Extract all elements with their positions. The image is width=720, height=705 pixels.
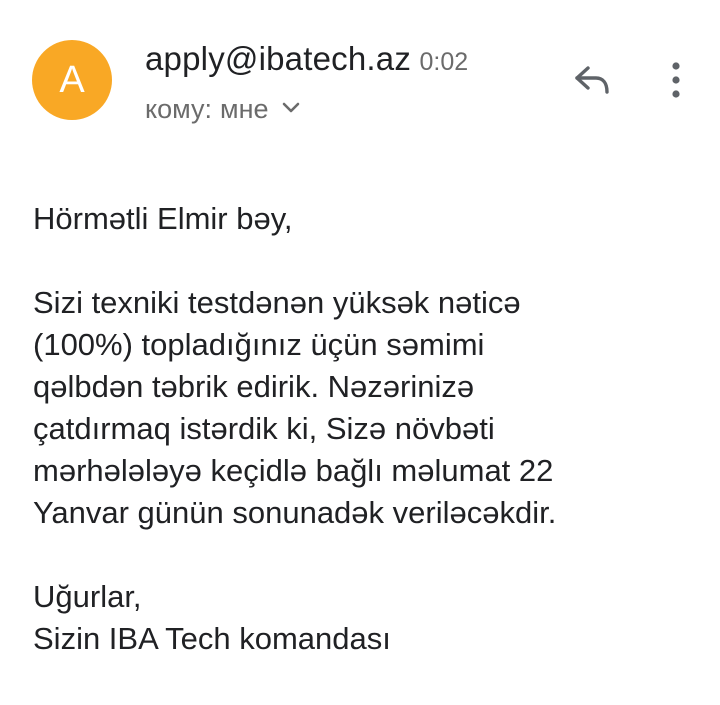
reply-icon[interactable]: [572, 62, 612, 98]
body-line: mərhələləyə keçidlə bağlı məlumat 22: [33, 453, 554, 488]
message-time: 0:02: [419, 48, 469, 76]
body-line: Sizi texniki testdənən yüksək nəticə: [33, 285, 521, 320]
closing: Uğurlar,: [33, 579, 142, 614]
to-label: кому:: [145, 94, 212, 124]
recipient-details-toggle[interactable]: кому: мне: [145, 94, 301, 125]
signature: Sizin IBA Tech komandası: [33, 621, 391, 656]
sender-address[interactable]: apply@ibatech.az: [145, 40, 411, 77]
message-body: Hörmətli Elmir bəy, Sizi texniki testdən…: [33, 198, 693, 660]
email-header: A apply@ibatech.az 0:02 кому: мне: [0, 0, 720, 150]
more-vert-icon[interactable]: [664, 58, 688, 102]
sender-avatar[interactable]: A: [32, 40, 112, 120]
sender-line: apply@ibatech.az 0:02: [145, 40, 468, 78]
body-line: qəlbdən təbrik edirik. Nəzərinizə: [33, 369, 475, 404]
body-line: (100%) topladığınız üçün səmimi: [33, 327, 485, 362]
recipient-name: мне: [220, 94, 269, 124]
body-line: Yanvar günün sonunadək veriləcəkdir.: [33, 495, 557, 530]
greeting: Hörmətli Elmir bəy,: [33, 201, 293, 236]
email-view: A apply@ibatech.az 0:02 кому: мне Hörmət…: [0, 0, 720, 705]
message-paragraph: Sizi texniki testdənən yüksək nəticə (10…: [33, 282, 693, 534]
body-line: çatdırmaq istərdik ki, Sizə növbəti: [33, 411, 495, 446]
chevron-down-icon[interactable]: [281, 101, 301, 115]
